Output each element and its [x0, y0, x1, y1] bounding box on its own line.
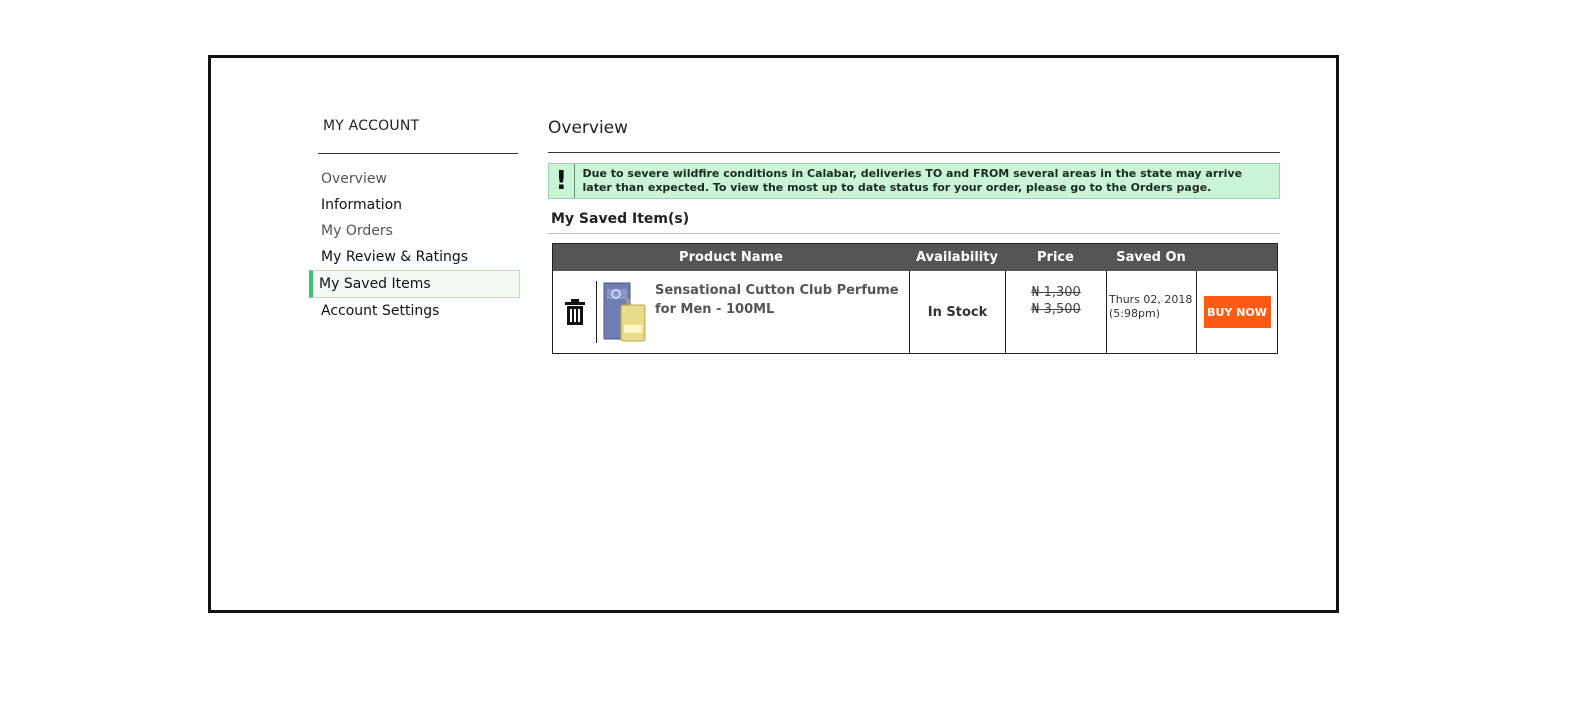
sidebar-item-account-settings[interactable]: Account Settings — [318, 298, 528, 324]
exclamation-icon: ! — [549, 164, 575, 198]
saved-items-title: My Saved Item(s) — [551, 211, 690, 227]
sidebar-divider — [318, 153, 518, 154]
sidebar-item-overview[interactable]: Overview — [318, 166, 528, 192]
column-header-saved-on: Saved On — [1116, 250, 1186, 265]
sidebar-item-my-orders[interactable]: My Orders — [318, 218, 528, 244]
delivery-notice-banner: ! Due to severe wildfire conditions in C… — [548, 163, 1280, 199]
title-divider — [548, 152, 1280, 153]
perfume-bottle-image — [603, 282, 646, 342]
sidebar-nav: Overview Information My Orders My Review… — [309, 166, 528, 324]
buy-now-button[interactable]: BUY NOW — [1203, 296, 1271, 328]
availability-status: In Stock — [927, 304, 988, 320]
notice-text: Due to severe wildfire conditions in Cal… — [582, 167, 1243, 194]
main-content: Overview ! Due to severe wildfire condit… — [548, 118, 1280, 354]
trash-icon — [564, 299, 585, 325]
column-header-product: Product Name — [679, 250, 783, 265]
column-header-action — [1196, 244, 1277, 271]
table-row: Sensational Cutton Club Perfume for Men … — [553, 271, 1277, 353]
saved-on-cell: Thurs 02, 2018 (5:98pm) — [1106, 271, 1196, 353]
product-name-link[interactable]: Sensational Cutton Club Perfume for Men … — [653, 271, 909, 353]
page-frame: MY ACCOUNT Overview Information My Order… — [208, 55, 1339, 613]
sidebar-item-saved-items[interactable]: My Saved Items — [309, 270, 520, 298]
column-header-availability: Availability — [916, 250, 998, 265]
column-header-price: Price — [1037, 250, 1074, 265]
product-cell: Sensational Cutton Club Perfume for Men … — [553, 271, 909, 353]
price-cell: ₦ 1,300 ₦ 3,500 — [1005, 271, 1106, 353]
page-title: Overview — [548, 118, 629, 138]
action-cell: BUY NOW — [1196, 271, 1277, 353]
product-thumbnail[interactable] — [597, 271, 653, 353]
current-price: ₦ 1,300 — [1031, 285, 1081, 300]
availability-cell: In Stock — [909, 271, 1005, 353]
sidebar-title: MY ACCOUNT — [323, 118, 420, 134]
table-header: Product Name Availability Price Saved On — [553, 244, 1277, 271]
saved-on-date: Thurs 02, 2018 (5:98pm) — [1109, 293, 1193, 320]
sidebar-item-reviews-ratings[interactable]: My Review & Ratings — [318, 244, 528, 270]
account-sidebar: MY ACCOUNT Overview Information My Order… — [309, 118, 528, 324]
remove-item-button[interactable] — [553, 281, 597, 343]
section-divider — [548, 233, 1280, 234]
saved-items-table: Product Name Availability Price Saved On — [552, 243, 1278, 354]
original-price: ₦ 3,500 — [1031, 302, 1081, 317]
sidebar-item-information[interactable]: Information — [318, 192, 528, 218]
